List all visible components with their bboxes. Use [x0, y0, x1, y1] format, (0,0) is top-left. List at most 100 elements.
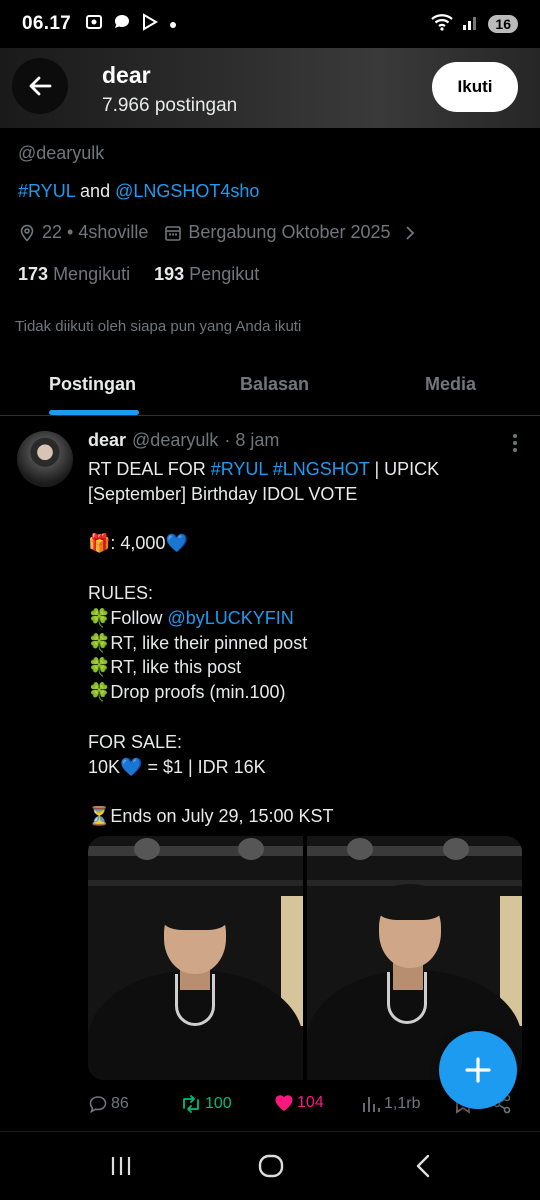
repost-count: 100	[205, 1095, 232, 1112]
views-chart-icon	[363, 1097, 380, 1112]
tab-media[interactable]: Media	[425, 374, 476, 395]
post-prize: 🎁: 4,000💙	[88, 533, 188, 554]
profile-joined[interactable]: Bergabung Oktober 2025	[164, 222, 416, 243]
status-bar: 06.17 16	[0, 0, 540, 48]
header-display-name: dear	[102, 62, 151, 88]
person-necklace	[175, 974, 215, 1026]
stage-truss	[88, 846, 303, 856]
stage-lamp	[347, 838, 373, 860]
post-blank	[88, 507, 508, 532]
post-sale-title: FOR SALE:	[88, 731, 183, 752]
avatar[interactable]	[17, 431, 73, 487]
header-post-count: 7.966 postingan	[102, 95, 238, 116]
post-rule-2: 🍀RT, like their pinned post	[88, 632, 308, 653]
post-time: · 8 jam	[224, 430, 280, 450]
repost-button[interactable]: 100	[180, 1094, 232, 1114]
followers-label: Pengikut	[189, 264, 260, 284]
post-blank	[88, 556, 508, 581]
following-stat[interactable]: 173 Mengikuti	[18, 264, 130, 285]
chat-icon	[113, 13, 131, 35]
play-icon	[141, 13, 159, 35]
post-rules-title: RULES:	[88, 582, 154, 603]
post-author-handle[interactable]: @dearyulk	[132, 430, 218, 451]
post-mention-byluckyfin[interactable]: @byLUCKYFIN	[167, 608, 293, 628]
more-vertical-icon	[513, 434, 517, 452]
post-blank	[88, 705, 508, 730]
post-line1-suffix: | UPICK	[369, 459, 440, 479]
post-line-1: RT DEAL FOR #RYUL #LNGSHOT | UPICK	[88, 457, 508, 482]
signal-icon	[462, 13, 480, 36]
post-line1-prefix: RT DEAL FOR	[88, 459, 211, 479]
post-blank	[88, 779, 508, 804]
location-text: 22 • 4shoville	[42, 222, 149, 242]
reply-button[interactable]: 86	[88, 1094, 129, 1114]
post-hashtag-ryul[interactable]: #RYUL	[211, 459, 268, 479]
profile-tabs: Postingan Balasan Media	[0, 360, 540, 416]
followers-stat[interactable]: 193 Pengikut	[154, 264, 259, 285]
recent-apps-button[interactable]	[109, 1154, 133, 1183]
profile-header: dear 7.966 postingan Ikuti	[0, 48, 540, 128]
stage-lamp	[443, 838, 469, 860]
calendar-icon	[165, 225, 182, 241]
post-rule-1: 🍀Follow @byLUCKYFIN	[88, 606, 508, 631]
profile-bio: #RYUL and @LNGSHOT4sho	[18, 181, 259, 202]
view-count: 1,1rb	[384, 1095, 421, 1112]
post-hashtag-lngshot[interactable]: #LNGSHOT	[273, 459, 370, 479]
dot-icon	[169, 16, 177, 33]
joined-text: Bergabung Oktober 2025	[188, 222, 391, 242]
stage-lamp	[238, 838, 264, 860]
back-nav-icon	[416, 1154, 430, 1178]
plus-icon	[465, 1057, 491, 1083]
like-button[interactable]: 104	[274, 1094, 324, 1112]
compose-button[interactable]	[439, 1031, 517, 1109]
profile-meta: 22 • 4shoville Bergabung Oktober 2025	[18, 222, 433, 243]
post-text: RT DEAL FOR #RYUL #LNGSHOT | UPICK [Sept…	[88, 457, 508, 829]
post-header: dear @dearyulk · 8 jam	[88, 430, 279, 451]
system-icons: 16	[430, 12, 518, 37]
home-button[interactable]	[258, 1154, 284, 1183]
like-count: 104	[297, 1094, 324, 1111]
reply-count: 86	[111, 1095, 129, 1112]
person-hair	[377, 884, 443, 920]
following-count: 173	[18, 264, 49, 284]
tab-balasan[interactable]: Balasan	[240, 374, 309, 395]
chevron-right-icon	[405, 225, 414, 240]
post-author-name[interactable]: dear	[88, 430, 126, 451]
stage-truss	[307, 846, 522, 856]
recent-apps-icon	[111, 1157, 131, 1175]
battery-indicator: 16	[488, 15, 518, 33]
stage-truss	[88, 880, 303, 886]
profile-handle: @dearyulk	[18, 143, 105, 163]
bio-mention-lngshot[interactable]: @LNGSHOT4sho	[115, 181, 259, 201]
reply-icon	[89, 1096, 107, 1114]
views-button[interactable]: 1,1rb	[361, 1094, 420, 1114]
repost-icon	[183, 1095, 199, 1113]
post-rule-3: 🍀RT, like this post	[88, 657, 242, 678]
post-sale-text: 10K💙 = $1 | IDR 16K	[88, 756, 266, 777]
bio-hashtag-ryul[interactable]: #RYUL	[18, 181, 75, 201]
screenshot-icon	[85, 13, 103, 35]
follow-button[interactable]: Ikuti	[432, 62, 518, 112]
tab-postingan[interactable]: Postingan	[49, 374, 136, 395]
stage-lamp	[134, 838, 160, 860]
post-rule-4: 🍀Drop proofs (min.100)	[88, 682, 286, 703]
wifi-icon	[430, 12, 454, 37]
person-necklace	[387, 972, 427, 1024]
post-photo-1[interactable]	[88, 836, 303, 1080]
arrow-left-icon	[29, 76, 52, 96]
person-hair	[162, 894, 228, 930]
notification-icons	[85, 13, 177, 35]
location-pin-icon	[20, 224, 34, 242]
post-line-2: [September] Birthday IDOL VOTE	[88, 483, 358, 504]
following-label: Mengikuti	[53, 264, 131, 284]
post-more-button[interactable]	[512, 433, 518, 458]
system-nav-bar	[0, 1131, 540, 1200]
not-followed-notice: Tidak diikuti oleh siapa pun yang Anda i…	[15, 318, 302, 335]
back-button[interactable]	[12, 58, 68, 114]
profile-stats: 173 Mengikuti 193 Pengikut	[18, 264, 259, 285]
back-nav-button[interactable]	[414, 1154, 434, 1183]
profile-location: 22 • 4shoville	[18, 222, 148, 243]
followers-count: 193	[154, 264, 185, 284]
bio-and-text: and	[75, 181, 116, 201]
rule1-prefix: 🍀Follow	[88, 607, 168, 628]
